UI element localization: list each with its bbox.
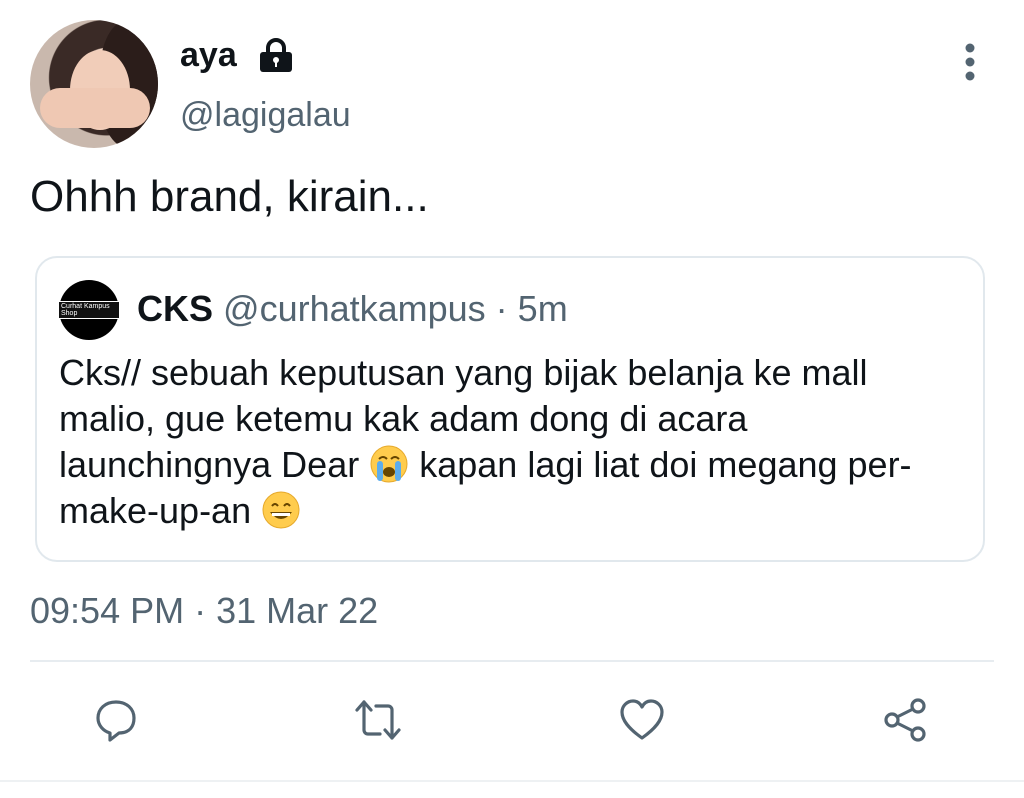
retweet-icon (355, 700, 401, 740)
lock-icon (260, 38, 292, 72)
more-vertical-icon[interactable] (958, 40, 982, 84)
share-icon (884, 698, 926, 742)
quote-avatar-logo: Curhat Kampus Shop (59, 301, 119, 319)
quote-text: Cks// sebuah keputusan yang bijak belanj… (59, 350, 939, 534)
tweet-text: Ohhh brand, kirain... (30, 172, 429, 221)
grinning-face-emoji (262, 491, 300, 529)
loudly-crying-face-emoji (370, 445, 408, 483)
quote-header: CKS @curhatkampus · 5m (137, 288, 568, 330)
quote-display-name: CKS (137, 288, 214, 329)
quote-handle-time: @curhatkampus · 5m (223, 288, 568, 329)
divider (30, 660, 994, 662)
like-button[interactable] (616, 694, 668, 746)
user-avatar[interactable] (30, 20, 158, 148)
reply-icon (96, 700, 136, 742)
quoted-tweet-card[interactable]: Curhat Kampus Shop CKS @curhatkampus · 5… (35, 256, 985, 562)
reply-button[interactable] (90, 694, 142, 746)
heart-icon (620, 699, 664, 740)
bottom-divider (0, 780, 1024, 782)
retweet-button[interactable] (352, 694, 404, 746)
user-handle[interactable]: @lagigalau (180, 96, 351, 135)
display-name[interactable]: aya (180, 36, 237, 75)
quote-avatar[interactable]: Curhat Kampus Shop (59, 280, 119, 340)
tweet-timestamp[interactable]: 09:54 PM · 31 Mar 22 (30, 590, 378, 632)
share-button[interactable] (880, 694, 932, 746)
avatar-hands (40, 88, 150, 128)
